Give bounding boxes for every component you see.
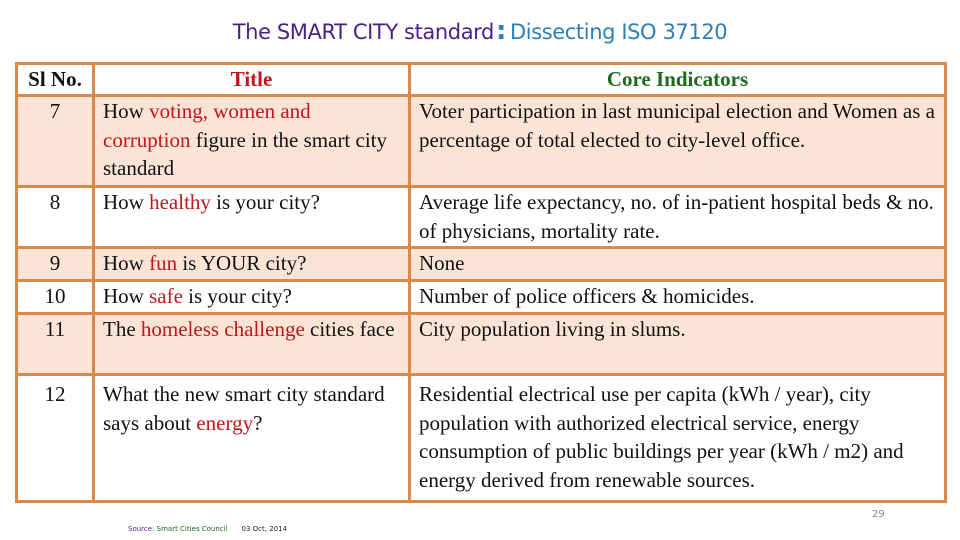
- table-row: 11 The homeless challenge cities face Ci…: [15, 312, 947, 376]
- title-text: is your city?: [182, 284, 292, 308]
- indicators-table: Sl No. Title Core Indicators 7 How votin…: [15, 62, 947, 503]
- title-highlight: healthy: [149, 190, 211, 214]
- cell-title: How safe is your city?: [92, 279, 411, 315]
- cell-sl-no: 10: [15, 279, 95, 315]
- title-text: is YOUR city?: [177, 251, 307, 275]
- cell-core-indicators: Voter participation in last municipal el…: [408, 94, 947, 188]
- cell-sl-no: 8: [15, 185, 95, 249]
- cell-core-indicators: Residential electrical use per capita (k…: [408, 373, 947, 503]
- slide-title-main: The SMART CITY standard: [232, 20, 495, 44]
- cell-title: The homeless challenge cities face: [92, 312, 411, 376]
- title-text: How: [103, 190, 150, 214]
- slide-title: The SMART CITY standard: Dissecting ISO 3…: [0, 16, 960, 46]
- cell-title: What the new smart city standard says ab…: [92, 373, 411, 503]
- table-row: 9 How fun is YOUR city? None: [15, 246, 947, 282]
- cell-core-indicators: Number of police officers & homicides.: [408, 279, 947, 315]
- title-text: is your city?: [210, 190, 320, 214]
- title-text: cities face: [304, 317, 395, 341]
- title-text: ?: [253, 410, 263, 435]
- title-text: How: [103, 284, 150, 308]
- cell-sl-no: 11: [15, 312, 95, 376]
- cell-core-indicators: City population living in slums.: [408, 312, 947, 376]
- footer-source: Source: Smart Cities Council 03 Oct, 2014: [128, 525, 287, 533]
- header-core-indicators: Core Indicators: [408, 62, 947, 97]
- source-label: Source:: [128, 525, 157, 533]
- cell-core-indicators: None: [408, 246, 947, 282]
- title-text: How: [103, 99, 150, 123]
- title-highlight: fun: [149, 251, 178, 275]
- title-text: The: [103, 317, 141, 341]
- slide-title-colon: :: [495, 16, 506, 46]
- table-header-row: Sl No. Title Core Indicators: [15, 62, 947, 97]
- cell-title: How voting, women and corruption figure …: [92, 94, 411, 188]
- cell-title: How healthy is your city?: [92, 185, 411, 249]
- header-sl-no: Sl No.: [15, 62, 95, 97]
- cell-sl-no: 9: [15, 246, 95, 282]
- source-value: Smart Cities Council: [156, 525, 228, 533]
- slide-title-subtitle: Dissecting ISO 37120: [509, 20, 728, 44]
- cell-sl-no: 7: [15, 94, 95, 188]
- table-row: 8 How healthy is your city? Average life…: [15, 185, 947, 249]
- table-row: 12 What the new smart city standard says…: [15, 373, 947, 503]
- cell-core-indicators: Average life expectancy, no. of in-patie…: [408, 185, 947, 249]
- title-highlight: safe: [149, 284, 183, 308]
- title-text: How: [103, 251, 150, 275]
- title-highlight: energy: [196, 410, 254, 435]
- cell-title: How fun is YOUR city?: [92, 246, 411, 282]
- table-row: 10 How safe is your city? Number of poli…: [15, 279, 947, 315]
- cell-sl-no: 12: [15, 373, 95, 503]
- table-row: 7 How voting, women and corruption figur…: [15, 94, 947, 188]
- page-number: 29: [872, 509, 885, 520]
- title-highlight: homeless challenge: [140, 317, 305, 341]
- header-title: Title: [92, 62, 411, 97]
- source-date: 03 Oct, 2014: [241, 525, 288, 533]
